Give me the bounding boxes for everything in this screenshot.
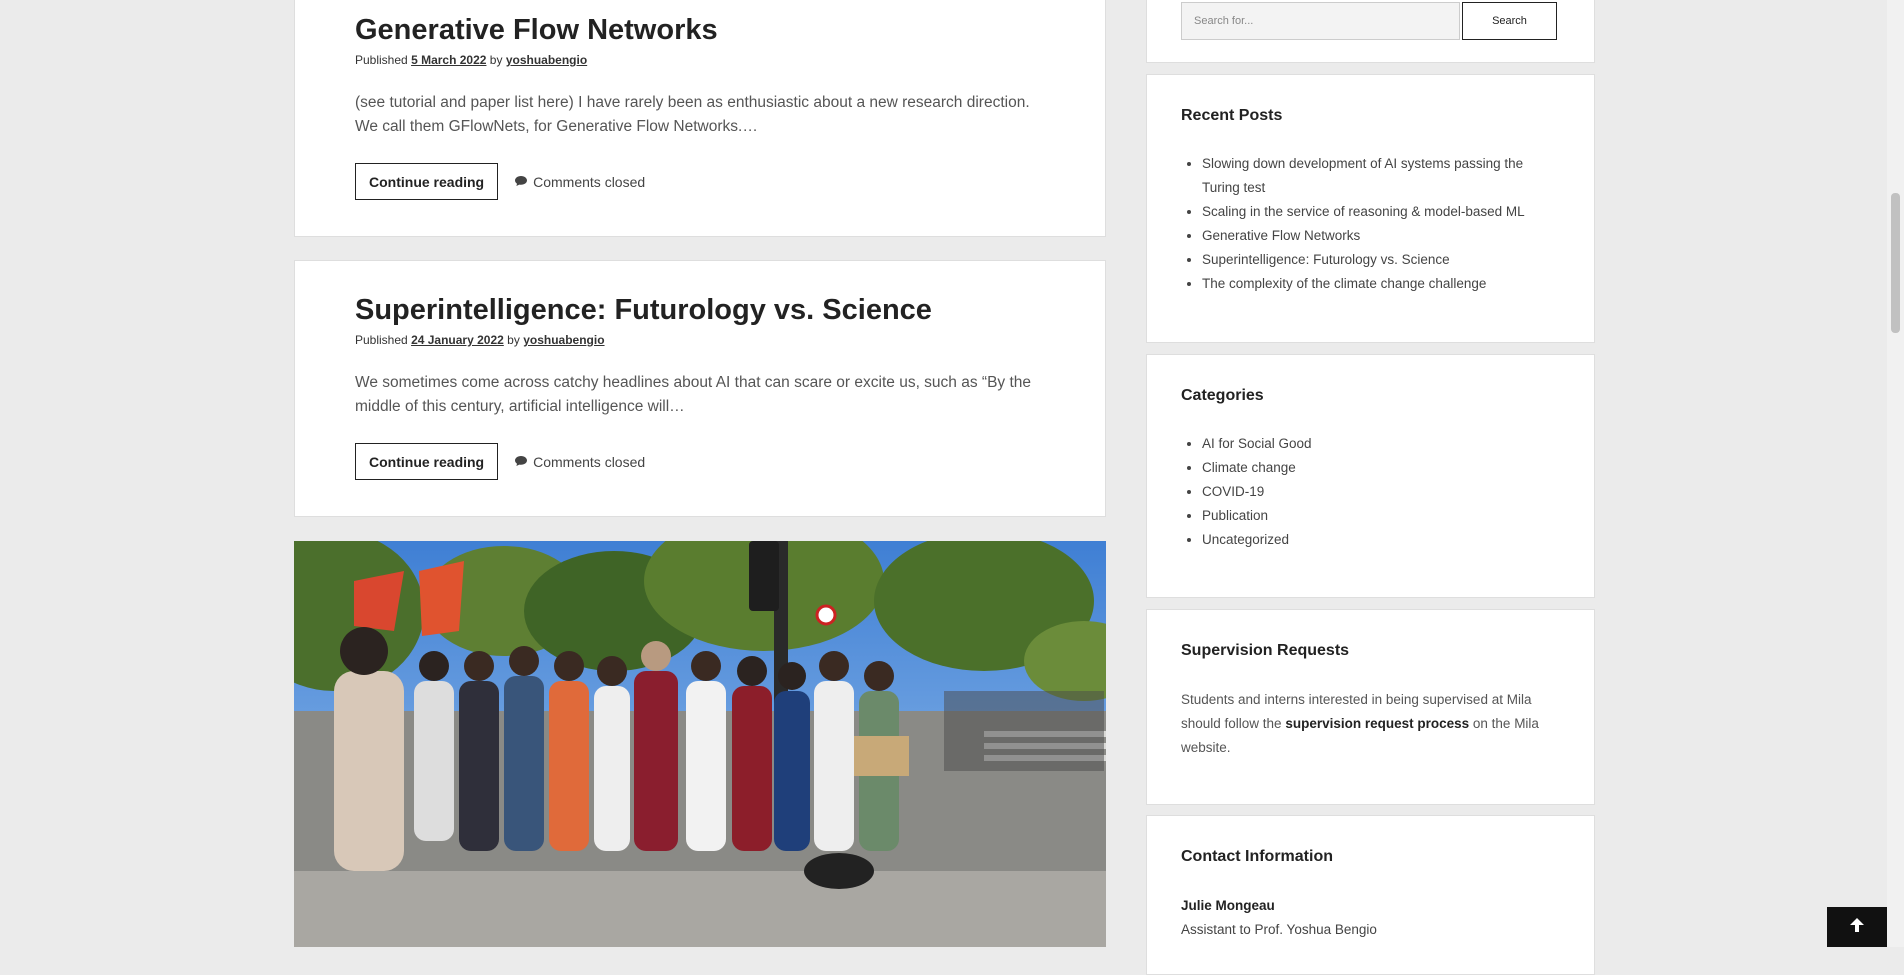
supervision-request-link[interactable]: supervision request process — [1285, 716, 1469, 731]
list-item[interactable]: Superintelligence: Futurology vs. Scienc… — [1202, 248, 1562, 272]
widget-title: Categories — [1181, 387, 1264, 404]
comments-status: Comments closed — [514, 174, 645, 190]
scrollbar-thumb[interactable] — [1891, 193, 1900, 333]
speech-bubble-icon — [514, 454, 528, 470]
categories-list: AI for Social Good Climate change COVID-… — [1181, 432, 1562, 552]
recent-post-link[interactable]: Scaling in the service of reasoning & mo… — [1202, 204, 1525, 219]
list-item[interactable]: Climate change — [1202, 456, 1562, 480]
by-label: by — [489, 53, 503, 67]
post-actions: Continue reading Comments closed — [355, 163, 645, 200]
post-excerpt: (see tutorial and paper list here) I hav… — [355, 94, 1030, 135]
contact-name: Julie Mongeau — [1181, 898, 1275, 913]
list-item[interactable]: The complexity of the climate change cha… — [1202, 272, 1562, 296]
post-card: Superintelligence: Futurology vs. Scienc… — [294, 260, 1106, 517]
recent-post-link[interactable]: Slowing down development of AI systems p… — [1202, 156, 1523, 195]
by-label: by — [507, 333, 520, 347]
post-date-link[interactable]: 5 March 2022 — [411, 53, 486, 67]
group-photo-illustration — [294, 541, 1106, 947]
author-link[interactable]: yoshuabengio — [523, 333, 604, 347]
category-link[interactable]: COVID-19 — [1202, 484, 1264, 499]
continue-reading-button[interactable]: Continue reading — [355, 163, 499, 200]
post-meta: Published 5 March 2022 by yoshuabengio — [355, 53, 1045, 67]
supervision-widget: Supervision Requests Students and intern… — [1146, 609, 1595, 805]
search-widget: Search — [1146, 0, 1595, 63]
post-content: Superintelligence: Futurology vs. Scienc… — [355, 293, 1045, 419]
post-title[interactable]: Generative Flow Networks — [355, 13, 1045, 47]
published-label: Published — [355, 333, 408, 347]
widget-title: Contact Information — [1181, 848, 1333, 865]
list-item[interactable]: Publication — [1202, 504, 1562, 528]
list-item[interactable]: Generative Flow Networks — [1202, 224, 1562, 248]
recent-post-link[interactable]: Generative Flow Networks — [1202, 228, 1360, 243]
post-meta: Published 24 January 2022 by yoshuabengi… — [355, 333, 1045, 347]
contact-role: Assistant to Prof. Yoshua Bengio — [1181, 922, 1377, 937]
contact-widget: Contact Information Julie Mongeau Assist… — [1146, 815, 1595, 975]
page-scrollbar[interactable] — [1887, 0, 1904, 947]
search-button[interactable]: Search — [1462, 2, 1557, 40]
post-title[interactable]: Superintelligence: Futurology vs. Scienc… — [355, 293, 1045, 327]
category-link[interactable]: Uncategorized — [1202, 532, 1289, 547]
supervision-text: Students and interns interested in being… — [1181, 688, 1556, 760]
speech-bubble-icon — [514, 174, 528, 190]
recent-posts-list: Slowing down development of AI systems p… — [1181, 152, 1562, 296]
arrow-up-icon — [1848, 916, 1866, 939]
recent-post-link[interactable]: Superintelligence: Futurology vs. Scienc… — [1202, 252, 1450, 267]
search-input[interactable] — [1181, 2, 1460, 40]
back-to-top-button[interactable] — [1827, 907, 1887, 947]
list-item[interactable]: COVID-19 — [1202, 480, 1562, 504]
continue-reading-button[interactable]: Continue reading — [355, 443, 499, 480]
category-link[interactable]: Climate change — [1202, 460, 1296, 475]
comments-status: Comments closed — [514, 454, 645, 470]
list-item[interactable]: Uncategorized — [1202, 528, 1562, 552]
author-link[interactable]: yoshuabengio — [506, 53, 587, 67]
comments-label: Comments closed — [533, 453, 646, 470]
post-card: Generative Flow Networks Published 5 Mar… — [294, 0, 1106, 237]
widget-title: Recent Posts — [1181, 107, 1283, 124]
list-item[interactable]: Slowing down development of AI systems p… — [1202, 152, 1562, 200]
post-featured-image[interactable] — [294, 541, 1106, 947]
list-item[interactable]: Scaling in the service of reasoning & mo… — [1202, 200, 1562, 224]
category-link[interactable]: AI for Social Good — [1202, 436, 1312, 451]
recent-posts-widget: Recent Posts Slowing down development of… — [1146, 74, 1595, 343]
list-item[interactable]: AI for Social Good — [1202, 432, 1562, 456]
post-actions: Continue reading Comments closed — [355, 443, 645, 480]
comments-label: Comments closed — [533, 173, 646, 190]
published-label: Published — [355, 53, 408, 67]
widget-title: Supervision Requests — [1181, 642, 1350, 659]
recent-post-link[interactable]: The complexity of the climate change cha… — [1202, 276, 1486, 291]
post-content: Generative Flow Networks Published 5 Mar… — [355, 13, 1045, 139]
categories-widget: Categories AI for Social Good Climate ch… — [1146, 354, 1595, 598]
post-excerpt: We sometimes come across catchy headline… — [355, 374, 1032, 415]
post-date-link[interactable]: 24 January 2022 — [411, 333, 504, 347]
category-link[interactable]: Publication — [1202, 508, 1268, 523]
